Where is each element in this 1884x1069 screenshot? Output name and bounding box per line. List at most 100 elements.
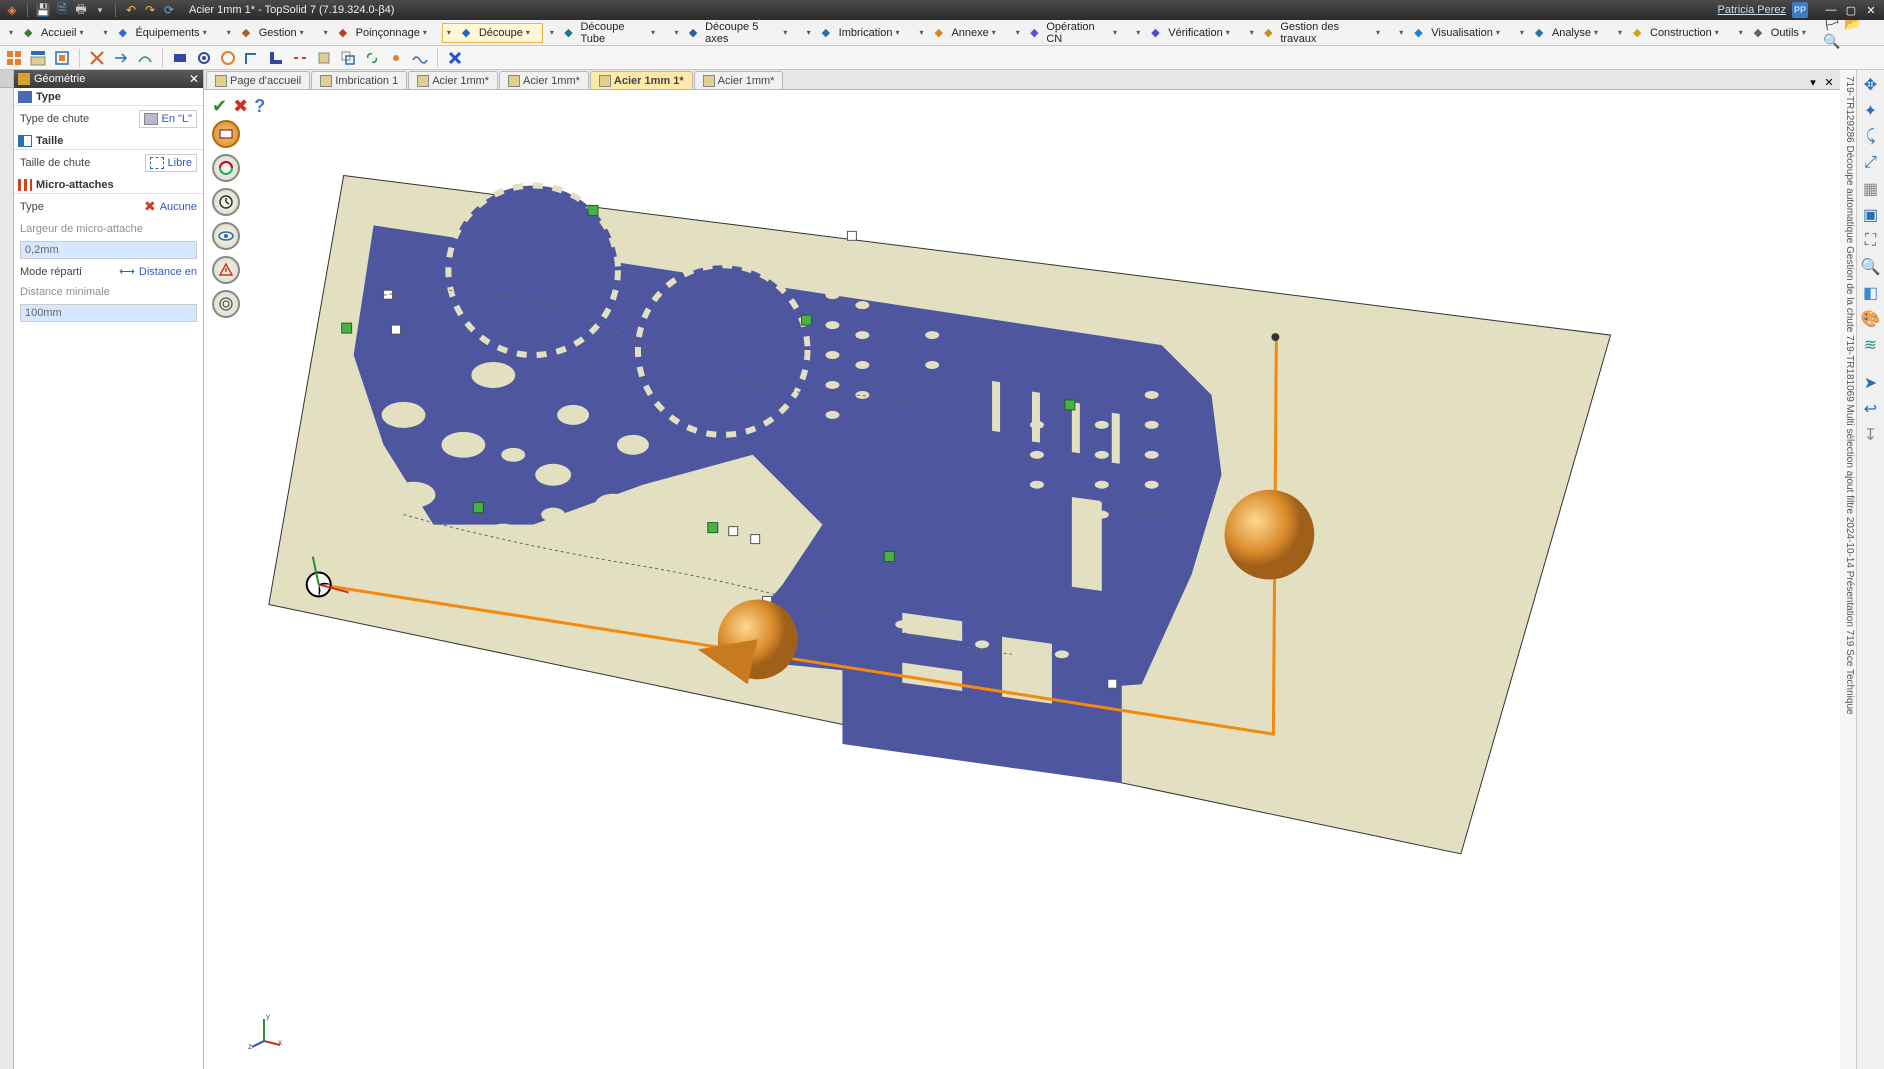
tab-close-all-icon[interactable]: ✕	[1822, 75, 1836, 89]
chevron-down-icon: ▾	[807, 28, 819, 37]
rt-layers-icon[interactable]: ≋	[1860, 334, 1882, 356]
ribbon-op-ration-cn[interactable]: ▾◆Opération CN▾	[1011, 18, 1130, 48]
tb-circle-icon[interactable]	[218, 48, 238, 68]
input-micro-min[interactable]	[20, 304, 197, 322]
chevron-down-icon: ▾	[103, 28, 115, 37]
ribbon-label: Découpe Tube	[580, 21, 648, 45]
tb-link-icon[interactable]	[362, 48, 382, 68]
picker-taille-chute[interactable]: Libre	[145, 154, 197, 172]
close-button[interactable]: ✕	[1862, 3, 1880, 17]
doc-tab[interactable]: Acier 1mm*	[694, 71, 784, 89]
tb-dot-icon[interactable]	[386, 48, 406, 68]
saveall-icon[interactable]: 🗎	[54, 2, 70, 18]
viewport-3d[interactable]: ✔ ✖ ?	[204, 90, 1840, 1069]
save-icon[interactable]: 💾	[35, 2, 51, 18]
right-info-strip: 719-TR129286 Découpe automatique Gestion…	[1840, 70, 1856, 1069]
tb-delete-icon[interactable]	[445, 48, 465, 68]
search-icon[interactable]: 🔍	[1823, 33, 1841, 51]
picker-micro-mode[interactable]: ⟷ Distance en	[119, 265, 197, 278]
rt-rotate-icon[interactable]: ⤹	[1860, 126, 1882, 148]
section-taille: Taille	[14, 132, 203, 150]
rt-down-icon[interactable]: ↧	[1860, 424, 1882, 446]
ribbon-analyse[interactable]: ▾◆Analyse▾	[1515, 23, 1611, 43]
tb-wave-icon[interactable]	[410, 48, 430, 68]
ribbon-gestion[interactable]: ▾◆Gestion▾	[222, 23, 317, 43]
rt-window-icon[interactable]: ▣	[1860, 204, 1882, 226]
tb-part-icon[interactable]	[52, 48, 72, 68]
ribbon-gestion-des-travaux[interactable]: ▾◆Gestion des travaux▾	[1245, 18, 1393, 48]
picker-type-chute[interactable]: En "L"	[139, 110, 197, 128]
chevron-down-icon: ▾	[9, 28, 21, 37]
qat-app-icon[interactable]: ◈	[4, 2, 20, 18]
ribbon-v-rification[interactable]: ▾◆Vérification▾	[1131, 23, 1242, 43]
doc-tab-icon	[215, 75, 227, 87]
undo-icon[interactable]: ↶	[123, 2, 139, 18]
ribbon-icon: ◆	[1414, 26, 1428, 40]
tb-rect-icon[interactable]	[170, 48, 190, 68]
chevron-down-icon: ▾	[675, 28, 686, 37]
ribbon-imbrication[interactable]: ▾◆Imbrication▾	[802, 23, 913, 43]
ribbon-visualisation[interactable]: ▾◆Visualisation▾	[1394, 23, 1513, 43]
tb-lead-icon[interactable]	[135, 48, 155, 68]
rt-zoomall-icon[interactable]: ⛶	[1860, 230, 1882, 252]
tb-grid-icon[interactable]	[4, 48, 24, 68]
ribbon-d-coupe-tube[interactable]: ▾◆Découpe Tube▾	[545, 18, 668, 48]
ribbon-d-coupe-5-axes[interactable]: ▾◆Découpe 5 axes▾	[670, 18, 800, 48]
ribbon--quipements[interactable]: ▾◆Équipements▾	[98, 23, 219, 43]
tb-lshape-icon[interactable]	[266, 48, 286, 68]
doc-tab-icon	[320, 75, 332, 87]
rt-cube-icon[interactable]: ◧	[1860, 282, 1882, 304]
minimize-button[interactable]: —	[1822, 3, 1840, 17]
tb-offset-icon[interactable]	[338, 48, 358, 68]
username-link[interactable]: Patricia Perez	[1718, 4, 1786, 16]
ribbon-icon: ◆	[1264, 26, 1277, 40]
ribbon-accueil[interactable]: ▾◆Accueil▾	[4, 23, 96, 43]
rt-back-icon[interactable]: ↩	[1860, 398, 1882, 420]
ribbon-outils[interactable]: ▾◆Outils▾	[1734, 23, 1819, 43]
rt-zoom-icon[interactable]: 🔍	[1860, 256, 1882, 278]
tab-menu-icon[interactable]: ▾	[1806, 75, 1820, 89]
row-micro-type: Type ✖ Aucune	[14, 194, 203, 219]
ribbon-icon: ◆	[564, 26, 577, 40]
redo-icon[interactable]: ↷	[142, 2, 158, 18]
ribbon-label: Imbrication	[839, 27, 893, 39]
ribbon-construction[interactable]: ▾◆Construction▾	[1613, 23, 1732, 43]
row-micro-min-label: Distance minimale	[14, 282, 203, 302]
chevron-down-icon: ▾	[1520, 28, 1532, 37]
chevron-down-icon: ▾	[1739, 28, 1751, 37]
avatar[interactable]: PP	[1792, 2, 1808, 18]
tb-gear-icon[interactable]	[194, 48, 214, 68]
tb-corner-icon[interactable]	[242, 48, 262, 68]
picker-micro-type[interactable]: ✖ Aucune	[144, 198, 197, 215]
doc-tab[interactable]: Acier 1mm 1*	[590, 71, 693, 89]
rt-align-icon[interactable]: ⤢	[1860, 152, 1882, 174]
chevron-down-icon: ▾	[783, 28, 794, 37]
ribbon-poin-onnage[interactable]: ▾◆Poinçonnage▾	[319, 23, 440, 43]
tb-patch-icon[interactable]	[314, 48, 334, 68]
maximize-button[interactable]: ▢	[1842, 3, 1860, 17]
ribbon: ▾◆Accueil▾▾◆Équipements▾▾◆Gestion▾▾◆Poin…	[0, 20, 1884, 46]
rt-pan-icon[interactable]: ✥	[1860, 74, 1882, 96]
chevron-down-icon[interactable]: ▾	[92, 2, 108, 18]
doc-tab[interactable]: Page d'accueil	[206, 71, 310, 89]
input-micro-width[interactable]	[20, 241, 197, 259]
ribbon-d-coupe[interactable]: ▾◆Découpe▾	[442, 23, 543, 43]
rt-send-icon[interactable]: ➤	[1860, 372, 1882, 394]
ribbon-annexe[interactable]: ▾◆Annexe▾	[914, 23, 1008, 43]
doc-tab-label: Acier 1mm*	[523, 75, 580, 87]
rt-palette-icon[interactable]: 🎨	[1860, 308, 1882, 330]
doc-tab[interactable]: Acier 1mm*	[408, 71, 498, 89]
history-icon[interactable]: ⟳	[161, 2, 177, 18]
rt-grid-icon[interactable]: ▦	[1860, 178, 1882, 200]
tb-break-icon[interactable]	[290, 48, 310, 68]
ribbon-icon: ◆	[689, 26, 702, 40]
print-icon[interactable]: 🖶	[73, 2, 89, 18]
doc-tab[interactable]: Imbrication 1	[311, 71, 407, 89]
panel-close-button[interactable]: ✕	[189, 72, 199, 86]
doc-tab[interactable]: Acier 1mm*	[499, 71, 589, 89]
tb-cut-icon[interactable]	[87, 48, 107, 68]
doc-tab-label: Imbrication 1	[335, 75, 398, 87]
rt-orbit-icon[interactable]: ✦	[1860, 100, 1882, 122]
tb-layout-icon[interactable]	[28, 48, 48, 68]
tb-arrow-icon[interactable]	[111, 48, 131, 68]
